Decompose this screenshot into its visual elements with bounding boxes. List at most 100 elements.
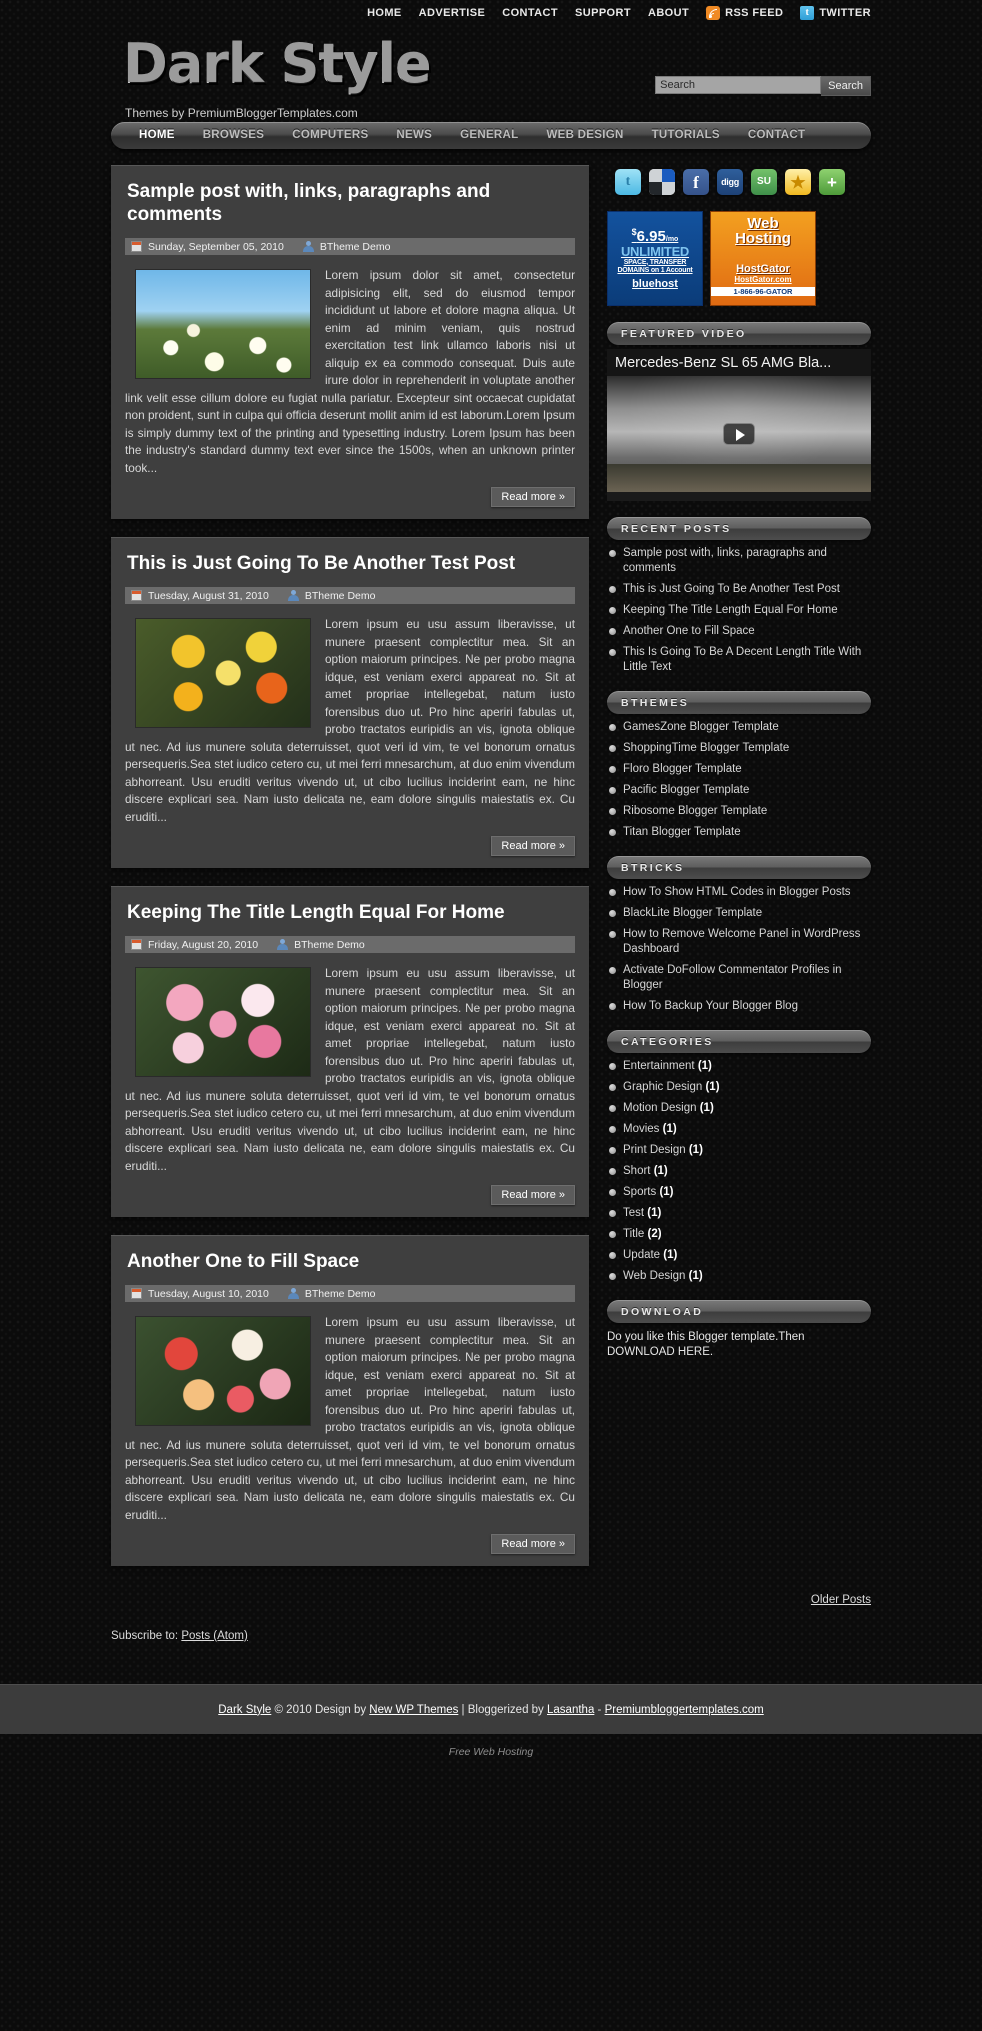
recent-post-link[interactable]: Another One to Fill Space bbox=[623, 625, 755, 637]
menu-item-contact[interactable]: CONTACT bbox=[734, 122, 819, 149]
category-link[interactable]: Test bbox=[623, 1207, 644, 1219]
topnav-item-support[interactable]: SUPPORT bbox=[575, 7, 631, 19]
read-more-button[interactable]: Read more » bbox=[491, 1185, 575, 1205]
topnav-item-twitter[interactable]: t TWITTER bbox=[800, 6, 871, 20]
post-thumbnail[interactable] bbox=[135, 618, 311, 728]
btricks-link[interactable]: Activate DoFollow Commentator Profiles i… bbox=[623, 964, 842, 991]
recent-post-link[interactable]: Keeping The Title Length Equal For Home bbox=[623, 604, 838, 616]
list-item[interactable]: Another One to Fill Space bbox=[607, 624, 871, 639]
menu-item-computers[interactable]: COMPUTERS bbox=[278, 122, 382, 149]
list-item[interactable]: Graphic Design (1) bbox=[607, 1080, 871, 1095]
favorites-star-icon[interactable]: ★ bbox=[785, 169, 811, 195]
bthemes-link[interactable]: GamesZone Blogger Template bbox=[623, 721, 779, 733]
category-link[interactable]: Short bbox=[623, 1165, 651, 1177]
footer-site2-link[interactable]: Premiumbloggertemplates.com bbox=[605, 1704, 764, 1716]
list-item[interactable]: Update (1) bbox=[607, 1248, 871, 1263]
search-button[interactable]: Search bbox=[821, 76, 871, 96]
category-link[interactable]: Sports bbox=[623, 1186, 656, 1198]
topnav-item-advertise[interactable]: ADVERTISE bbox=[419, 7, 486, 19]
footer-author-link[interactable]: Lasantha bbox=[547, 1704, 594, 1716]
list-item[interactable]: Pacific Blogger Template bbox=[607, 783, 871, 798]
list-item[interactable]: GamesZone Blogger Template bbox=[607, 720, 871, 735]
share-more-icon[interactable]: + bbox=[819, 169, 845, 195]
bthemes-link[interactable]: Ribosome Blogger Template bbox=[623, 805, 767, 817]
read-more-button[interactable]: Read more » bbox=[491, 1534, 575, 1554]
list-item[interactable]: Floro Blogger Template bbox=[607, 762, 871, 777]
btricks-link[interactable]: How To Show HTML Codes in Blogger Posts bbox=[623, 886, 851, 898]
list-item[interactable]: Web Design (1) bbox=[607, 1269, 871, 1284]
video-player[interactable]: Mercedes-Benz SL 65 AMG Bla... bbox=[607, 349, 871, 501]
menu-item-general[interactable]: GENERAL bbox=[446, 122, 532, 149]
recent-post-link[interactable]: This is Just Going To Be Another Test Po… bbox=[623, 583, 840, 595]
topnav-item-about[interactable]: ABOUT bbox=[648, 7, 689, 19]
post-title[interactable]: Keeping The Title Length Equal For Home bbox=[127, 901, 575, 924]
bthemes-link[interactable]: Pacific Blogger Template bbox=[623, 784, 749, 796]
list-item[interactable]: Activate DoFollow Commentator Profiles i… bbox=[607, 963, 871, 993]
hostgator-ad[interactable]: Web Hosting HostGator HostGator.com 1-86… bbox=[710, 211, 816, 306]
twitter-share-icon[interactable]: t bbox=[615, 169, 641, 195]
footer-credit[interactable]: Free Web Hosting bbox=[0, 1734, 982, 1774]
post-thumbnail[interactable] bbox=[135, 967, 311, 1077]
list-item[interactable]: This Is Going To Be A Decent Length Titl… bbox=[607, 645, 871, 675]
list-item[interactable]: Title (2) bbox=[607, 1227, 871, 1242]
footer-designer-link[interactable]: New WP Themes bbox=[369, 1704, 458, 1716]
menu-item-news[interactable]: NEWS bbox=[382, 122, 446, 149]
menu-item-tutorials[interactable]: TUTORIALS bbox=[638, 122, 734, 149]
list-item[interactable]: Movies (1) bbox=[607, 1122, 871, 1137]
list-item[interactable]: How To Backup Your Blogger Blog bbox=[607, 999, 871, 1014]
btricks-link[interactable]: How To Backup Your Blogger Blog bbox=[623, 1000, 798, 1012]
recent-post-link[interactable]: This Is Going To Be A Decent Length Titl… bbox=[623, 646, 861, 673]
menu-item-web-design[interactable]: WEB DESIGN bbox=[532, 122, 637, 149]
facebook-share-icon[interactable]: f bbox=[683, 169, 709, 195]
category-link[interactable]: Web Design bbox=[623, 1270, 685, 1282]
delicious-share-icon[interactable] bbox=[649, 169, 675, 195]
post-title[interactable]: This is Just Going To Be Another Test Po… bbox=[127, 552, 575, 575]
category-link[interactable]: Update bbox=[623, 1249, 660, 1261]
category-link[interactable]: Movies bbox=[623, 1123, 659, 1135]
list-item[interactable]: Entertainment (1) bbox=[607, 1059, 871, 1074]
topnav-item-rss-feed[interactable]: RSS FEED bbox=[706, 6, 783, 20]
list-item[interactable]: Print Design (1) bbox=[607, 1143, 871, 1158]
list-item[interactable]: BlackLite Blogger Template bbox=[607, 906, 871, 921]
download-text[interactable]: Do you like this Blogger template.Then D… bbox=[607, 1330, 871, 1360]
older-posts-link[interactable]: Older Posts bbox=[811, 1594, 871, 1606]
search-input[interactable] bbox=[655, 76, 822, 94]
site-logo[interactable]: Dark Style bbox=[123, 32, 432, 95]
btricks-link[interactable]: How to Remove Welcome Panel in WordPress… bbox=[623, 928, 860, 955]
read-more-button[interactable]: Read more » bbox=[491, 836, 575, 856]
list-item[interactable]: Keeping The Title Length Equal For Home bbox=[607, 603, 871, 618]
read-more-button[interactable]: Read more » bbox=[491, 487, 575, 507]
list-item[interactable]: Ribosome Blogger Template bbox=[607, 804, 871, 819]
category-link[interactable]: Graphic Design bbox=[623, 1081, 702, 1093]
footer-site-link[interactable]: Dark Style bbox=[218, 1704, 271, 1716]
bluehost-ad[interactable]: $6.95/mo UNLIMITED SPACE, TRANSFER DOMAI… bbox=[607, 211, 703, 306]
list-item[interactable]: Motion Design (1) bbox=[607, 1101, 871, 1116]
post-thumbnail[interactable] bbox=[135, 269, 311, 379]
list-item[interactable]: Test (1) bbox=[607, 1206, 871, 1221]
category-link[interactable]: Title bbox=[623, 1228, 644, 1240]
category-link[interactable]: Print Design bbox=[623, 1144, 686, 1156]
bthemes-link[interactable]: Floro Blogger Template bbox=[623, 763, 742, 775]
menu-item-browses[interactable]: BROWSES bbox=[189, 122, 279, 149]
list-item[interactable]: Sports (1) bbox=[607, 1185, 871, 1200]
list-item[interactable]: This is Just Going To Be Another Test Po… bbox=[607, 582, 871, 597]
list-item[interactable]: ShoppingTime Blogger Template bbox=[607, 741, 871, 756]
topnav-item-home[interactable]: HOME bbox=[367, 7, 402, 19]
category-link[interactable]: Entertainment bbox=[623, 1060, 695, 1072]
bthemes-link[interactable]: ShoppingTime Blogger Template bbox=[623, 742, 789, 754]
list-item[interactable]: Short (1) bbox=[607, 1164, 871, 1179]
subscribe-link[interactable]: Posts (Atom) bbox=[181, 1630, 247, 1642]
list-item[interactable]: Sample post with, links, paragraphs and … bbox=[607, 546, 871, 576]
list-item[interactable]: How to Remove Welcome Panel in WordPress… bbox=[607, 927, 871, 957]
digg-share-icon[interactable]: digg bbox=[717, 169, 743, 195]
btricks-link[interactable]: BlackLite Blogger Template bbox=[623, 907, 762, 919]
post-title[interactable]: Sample post with, links, paragraphs and … bbox=[127, 180, 575, 226]
post-thumbnail[interactable] bbox=[135, 1316, 311, 1426]
list-item[interactable]: How To Show HTML Codes in Blogger Posts bbox=[607, 885, 871, 900]
list-item[interactable]: Titan Blogger Template bbox=[607, 825, 871, 840]
recent-post-link[interactable]: Sample post with, links, paragraphs and … bbox=[623, 547, 827, 574]
stumbleupon-share-icon[interactable]: SU bbox=[751, 169, 777, 195]
post-title[interactable]: Another One to Fill Space bbox=[127, 1250, 575, 1273]
menu-item-home[interactable]: HOME bbox=[125, 122, 189, 149]
topnav-item-contact[interactable]: CONTACT bbox=[502, 7, 558, 19]
